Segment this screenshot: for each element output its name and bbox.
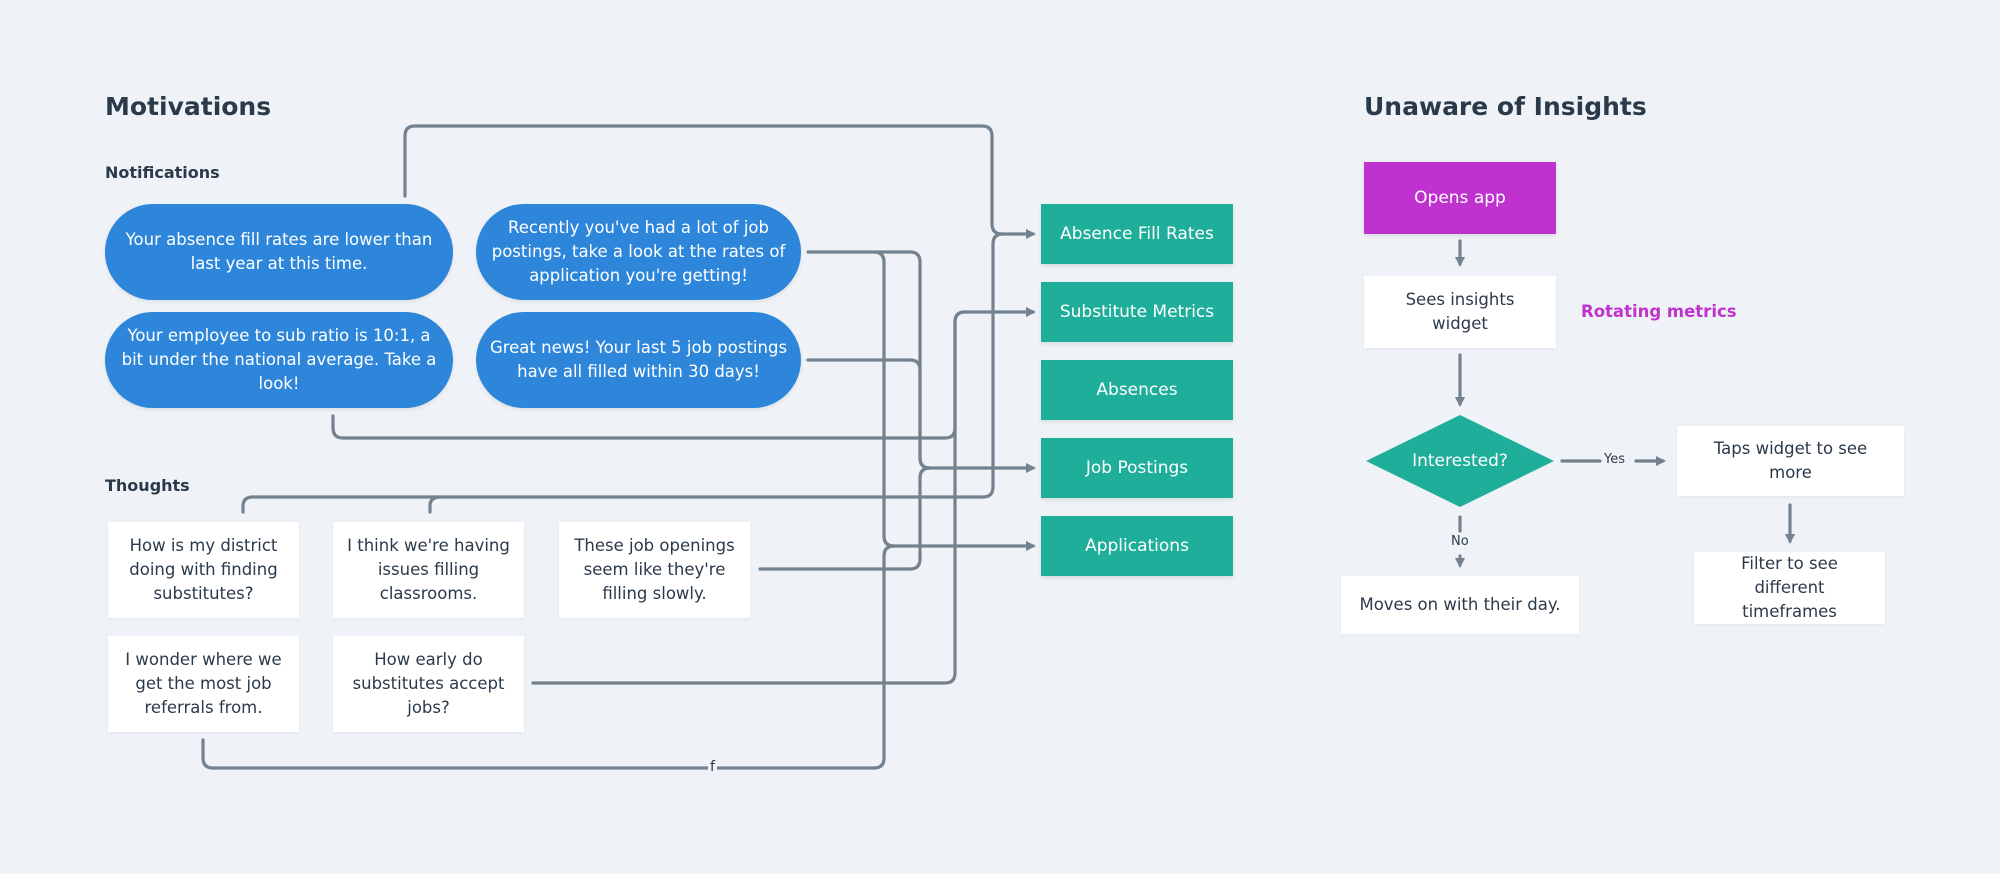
target-applications[interactable]: Applications <box>1041 516 1233 576</box>
motivations-title: Motivations <box>105 92 272 121</box>
connector-thought4-applications <box>201 544 896 770</box>
notifications-label: Notifications <box>105 163 220 182</box>
connector-thought3-jobpostings <box>758 466 932 571</box>
target-job-postings[interactable]: Job Postings <box>1041 438 1233 498</box>
interested-label: Interested? <box>1412 451 1508 471</box>
target-absence-fill-rates[interactable]: Absence Fill Rates <box>1041 204 1233 264</box>
thought-card[interactable]: These job openings seem like they're fil… <box>559 522 750 618</box>
yes-label: Yes <box>1602 452 1627 467</box>
thoughts-label: Thoughts <box>105 476 190 495</box>
connector-notif4-jobpostings <box>806 358 932 470</box>
stray-label: f <box>708 759 717 775</box>
thought-card[interactable]: How is my district doing with finding su… <box>108 522 299 618</box>
filter-box[interactable]: Filter to see different timeframes <box>1694 552 1885 624</box>
notification-pill[interactable]: Your absence fill rates are lower than l… <box>105 204 453 300</box>
thought-card[interactable]: I think we're having issues filling clas… <box>333 522 524 618</box>
notification-pill[interactable]: Great news! Your last 5 job postings hav… <box>476 312 801 408</box>
no-label: No <box>1449 534 1471 549</box>
thought-card[interactable]: I wonder where we get the most job refer… <box>108 636 299 732</box>
thought-card[interactable]: How early do substitutes accept jobs? <box>333 636 524 732</box>
sees-widget-box[interactable]: Sees insights widget <box>1364 276 1556 348</box>
target-substitute-metrics[interactable]: Substitute Metrics <box>1041 282 1233 342</box>
notification-pill[interactable]: Your employee to sub ratio is 10:1, a bi… <box>105 312 453 408</box>
opens-app-box[interactable]: Opens app <box>1364 162 1556 234</box>
notification-pill[interactable]: Recently you've had a lot of job posting… <box>476 204 801 300</box>
moves-on-box[interactable]: Moves on with their day. <box>1341 576 1579 634</box>
connector-thought2-branch <box>428 495 442 514</box>
unaware-title: Unaware of Insights <box>1364 92 1647 121</box>
taps-widget-box[interactable]: Taps widget to see more <box>1677 426 1904 496</box>
target-absences[interactable]: Absences <box>1041 360 1233 420</box>
rotating-metrics-label: Rotating metrics <box>1581 302 1737 321</box>
